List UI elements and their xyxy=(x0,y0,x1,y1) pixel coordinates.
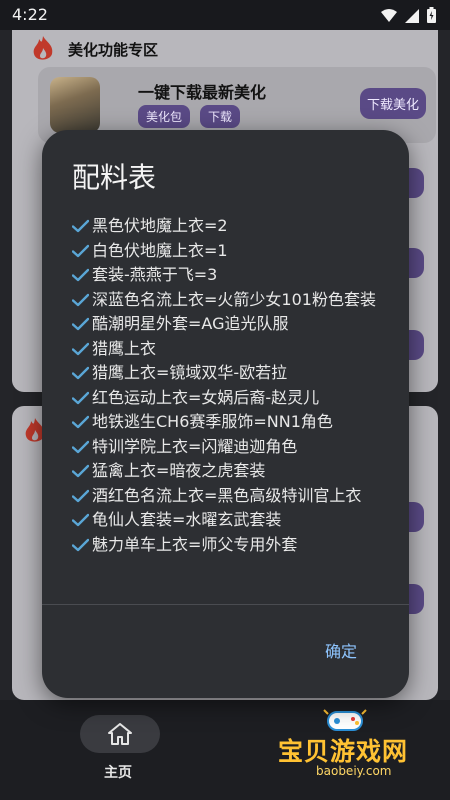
tag-beautify-pack: 美化包 xyxy=(138,105,191,128)
dialog-item-text: 酷潮明星外套=AG追光队服 xyxy=(92,314,289,333)
ingredients-dialog: 配料表 黑色伏地魔上衣=2 白色伏地魔上衣=1 套装-燕燕于飞=3 深蓝色名流上衣=火… xyxy=(42,130,409,698)
dialog-divider xyxy=(42,604,409,605)
dialog-list-item: 酷潮明星外套=AG追光队服 xyxy=(72,312,392,337)
dialog-list-item: 白色伏地魔上衣=1 xyxy=(72,239,392,264)
dialog-list-item: 套装-燕燕于飞=3 xyxy=(72,263,392,288)
dialog-item-text: 猛禽上衣=暗夜之虎套装 xyxy=(92,461,266,480)
dialog-list-item: 黑色伏地魔上衣=2 xyxy=(72,214,392,239)
check-icon xyxy=(72,533,92,558)
download-beautify-button[interactable]: 下载美化 xyxy=(359,88,426,119)
dialog-list-item: 猎鹰上衣 xyxy=(72,337,392,362)
dialog-list-item: 猛禽上衣=暗夜之虎套装 xyxy=(72,459,392,484)
game-thumbnail xyxy=(50,77,100,133)
check-icon xyxy=(72,361,92,386)
dialog-list-item: 地铁逃生CH6赛季服饰=NN1角色 xyxy=(72,410,392,435)
dialog-title: 配料表 xyxy=(72,161,157,194)
check-icon xyxy=(72,386,92,411)
dialog-item-text: 套装-燕燕于飞=3 xyxy=(92,265,218,284)
dialog-list-item: 特训学院上衣=闪耀迪迦角色 xyxy=(72,435,392,460)
section-header: 美化功能专区 xyxy=(32,36,158,62)
section-title: 美化功能专区 xyxy=(68,40,159,59)
nav-home-button[interactable] xyxy=(80,715,160,753)
status-bar: 4:22 xyxy=(0,0,450,30)
confirm-button[interactable]: 确定 xyxy=(325,638,357,662)
check-icon xyxy=(72,312,92,337)
dialog-list[interactable]: 黑色伏地魔上衣=2 白色伏地魔上衣=1 套装-燕燕于飞=3 深蓝色名流上衣=火箭少女1… xyxy=(72,214,392,606)
check-icon xyxy=(72,484,92,509)
check-icon xyxy=(72,214,92,239)
dialog-item-text: 黑色伏地魔上衣=2 xyxy=(92,216,228,235)
dialog-item-text: 猎鹰上衣=镜域双华-欧若拉 xyxy=(92,363,288,382)
dialog-list-item: 酒红色名流上衣=黑色高级特训官上衣 xyxy=(72,484,392,509)
item-tags: 美化包 下载 xyxy=(138,105,241,128)
check-icon xyxy=(72,508,92,533)
flame-icon xyxy=(32,36,54,62)
check-icon xyxy=(72,459,92,484)
dialog-item-text: 龟仙人套装=水曜玄武套装 xyxy=(92,510,282,529)
battery-icon xyxy=(427,7,436,27)
check-icon xyxy=(72,288,92,313)
dialog-list-item: 红色运动上衣=女娲后裔-赵灵儿 xyxy=(72,386,392,411)
dialog-list-item: 猎鹰上衣=镜域双华-欧若拉 xyxy=(72,361,392,386)
signal-icon xyxy=(405,8,419,27)
check-icon xyxy=(72,239,92,264)
wifi-icon xyxy=(381,8,397,27)
check-icon xyxy=(72,435,92,460)
dialog-item-text: 白色伏地魔上衣=1 xyxy=(92,240,228,260)
item-title: 一键下载最新美化 xyxy=(138,83,267,102)
check-icon xyxy=(72,263,92,288)
dialog-item-text: 魅力单车上衣=师父专用外套 xyxy=(92,534,298,554)
dialog-item-text: 红色运动上衣=女娲后裔-赵灵儿 xyxy=(92,387,320,407)
check-icon xyxy=(72,337,92,362)
status-time: 4:22 xyxy=(12,5,48,24)
dialog-item-text: 深蓝色名流上衣=火箭少女101粉色套装 xyxy=(92,289,376,309)
dialog-list-item: 魅力单车上衣=师父专用外套 xyxy=(72,533,392,558)
nav-home-label: 主页 xyxy=(104,765,132,781)
dialog-item-text: 猎鹰上衣 xyxy=(92,338,157,358)
watermark-url: baobeiy.com xyxy=(316,764,392,778)
watermark-text: 宝贝游戏网 xyxy=(278,737,409,766)
watermark: 宝贝游戏网 baobeiy.com xyxy=(278,706,428,786)
check-icon xyxy=(72,410,92,435)
dialog-item-text: 特训学院上衣=闪耀迪迦角色 xyxy=(92,436,298,456)
dialog-list-item: 龟仙人套装=水曜玄武套装 xyxy=(72,508,392,533)
dialog-list-item: 深蓝色名流上衣=火箭少女101粉色套装 xyxy=(72,288,392,313)
gamepad-logo-icon xyxy=(320,704,370,734)
dialog-item-text: 酒红色名流上衣=黑色高级特训官上衣 xyxy=(92,485,362,505)
tag-download: 下载 xyxy=(200,105,241,128)
dialog-item-text: 地铁逃生CH6赛季服饰=NN1角色 xyxy=(92,412,333,431)
home-icon xyxy=(108,723,132,749)
status-icons xyxy=(381,7,436,27)
